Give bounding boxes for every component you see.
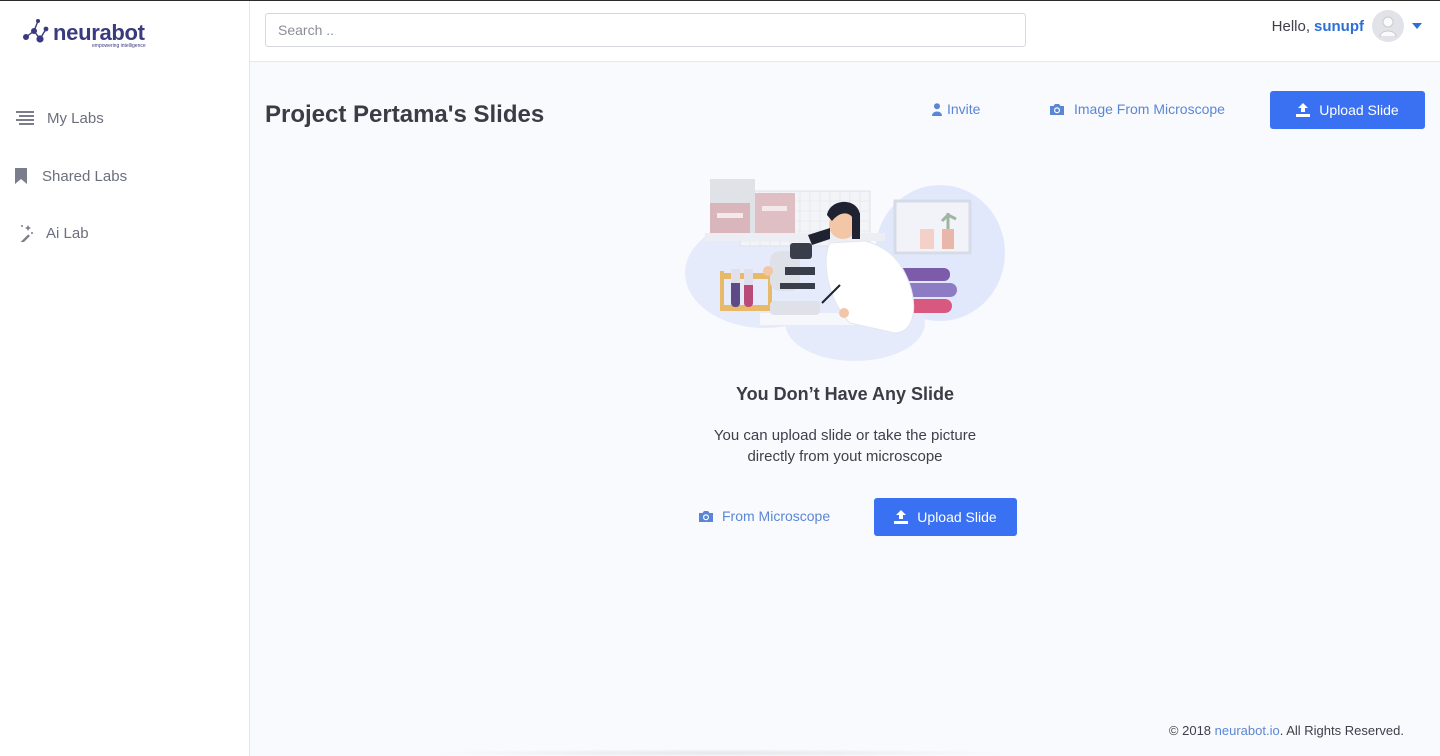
- list-icon: [14, 109, 36, 127]
- footer-suffix: . All Rights Reserved.: [1279, 723, 1404, 738]
- image-from-microscope-label: Image From Microscope: [1074, 101, 1225, 117]
- footer-brand-link[interactable]: neurabot.io: [1215, 723, 1280, 738]
- from-microscope-button[interactable]: From Microscope: [698, 508, 830, 524]
- camera-icon: [698, 510, 714, 523]
- user-menu[interactable]: Hello, sunupf: [1272, 10, 1422, 42]
- image-from-microscope-button[interactable]: Image From Microscope: [1049, 101, 1225, 117]
- sidebar-item-my-labs[interactable]: My Labs: [14, 106, 104, 130]
- footer-shadow: [420, 749, 1020, 756]
- magic-wand-icon: [14, 224, 36, 242]
- user-icon: [932, 102, 942, 116]
- camera-icon: [1049, 103, 1065, 116]
- sidebar-item-ai-lab[interactable]: Ai Lab: [14, 221, 89, 245]
- top-header: Hello, sunupf: [250, 1, 1440, 62]
- logo-mark-icon: [23, 19, 49, 43]
- footer-prefix: © 2018: [1168, 723, 1215, 738]
- user-placeholder-icon: [1379, 16, 1397, 37]
- upload-icon: [1296, 103, 1311, 117]
- upload-slide-label: Upload Slide: [917, 509, 997, 525]
- scientist-microscope-illustration: [685, 179, 1005, 361]
- upload-icon: [894, 510, 909, 524]
- sidebar-item-label: My Labs: [47, 109, 104, 127]
- brand-tagline: empowering intelligence: [92, 43, 146, 49]
- invite-label: Invite: [947, 101, 981, 117]
- bookmark-icon: [14, 167, 28, 185]
- sidebar-item-label: Shared Labs: [42, 167, 128, 185]
- sidebar-item-shared-labs[interactable]: Shared Labs: [14, 164, 127, 188]
- empty-state-description-line-2: directly from yout microscope: [747, 448, 943, 465]
- empty-state-description-line-1: You can upload slide or take the picture: [713, 427, 977, 444]
- empty-state-upload-slide-button[interactable]: Upload Slide: [874, 498, 1017, 536]
- page-title: Project Pertama's Slides: [265, 101, 545, 128]
- neurabot-logo[interactable]: neurabot empowering intelligence: [22, 15, 152, 55]
- upload-slide-label: Upload Slide: [1319, 102, 1399, 118]
- avatar[interactable]: [1372, 10, 1404, 42]
- empty-state-title: You Don’t Have Any Slide: [735, 384, 955, 404]
- invite-button[interactable]: Invite: [932, 101, 980, 117]
- username: sunupf: [1314, 17, 1364, 35]
- footer: © 2018 neurabot.io. All Rights Reserved.: [1169, 723, 1404, 738]
- greeting-text: Hello,: [1271, 17, 1310, 35]
- upload-slide-button[interactable]: Upload Slide: [1270, 91, 1425, 129]
- sidebar-item-label: Ai Lab: [46, 224, 89, 242]
- empty-state-description: You can upload slide or take the picture…: [600, 425, 1090, 467]
- from-microscope-label: From Microscope: [722, 508, 831, 524]
- search-input[interactable]: [265, 13, 1026, 47]
- sidebar: neurabot empowering intelligence My Labs…: [0, 1, 250, 756]
- chevron-down-icon[interactable]: [1412, 23, 1422, 29]
